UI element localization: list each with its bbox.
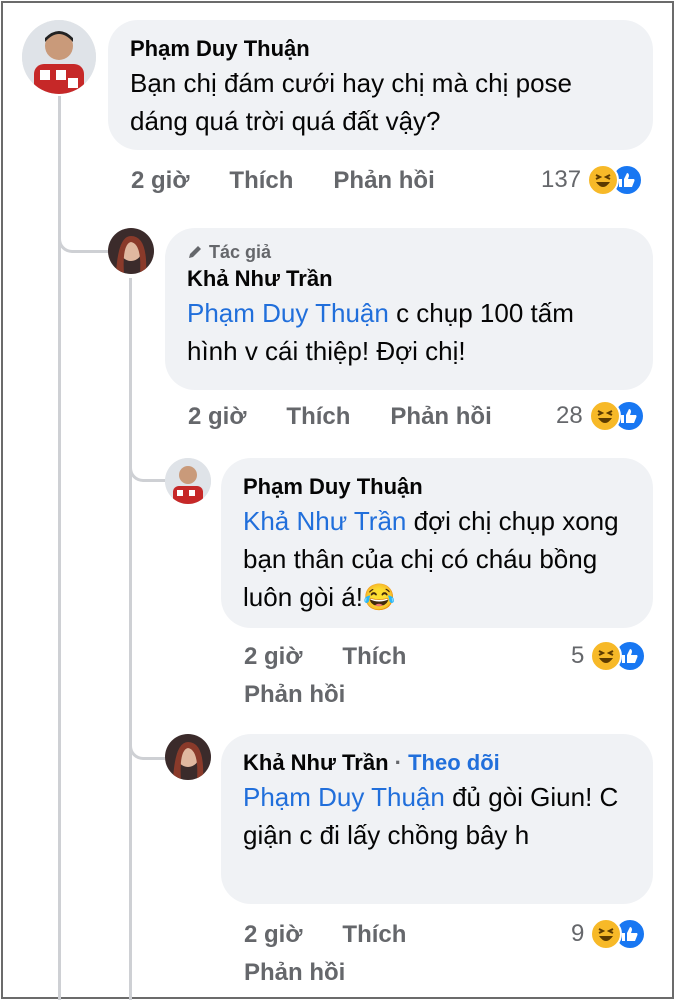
reply-button[interactable]: Phản hồi bbox=[390, 402, 491, 432]
comment-header: Khả Như Trần · Theo dõi bbox=[243, 748, 631, 778]
haha-icon bbox=[590, 918, 623, 950]
haha-icon bbox=[590, 640, 623, 672]
mention-link[interactable]: Phạm Duy Thuận bbox=[243, 782, 445, 812]
user-avatar-icon bbox=[22, 20, 96, 94]
like-button[interactable]: Thích bbox=[342, 642, 406, 672]
reply-button[interactable]: Phản hồi bbox=[244, 680, 345, 710]
reaction-summary[interactable]: 28 bbox=[556, 400, 645, 432]
like-button[interactable]: Thích bbox=[229, 166, 293, 196]
comment-actions: 2 giờ Thích Phản hồi bbox=[131, 166, 475, 196]
comment-text: Khả Như Trần đợi chị chụp xong bạn thân … bbox=[243, 502, 631, 616]
like-button[interactable]: Thích bbox=[286, 402, 350, 432]
comment-author[interactable]: Khả Như Trần bbox=[243, 750, 389, 775]
thread-connector-reply-1 bbox=[58, 198, 110, 253]
comment-actions: 2 giờ Thích bbox=[244, 642, 446, 672]
thread-connector-reply-2 bbox=[129, 430, 167, 482]
thread-line-reply bbox=[129, 278, 132, 1000]
reply-button[interactable]: Phản hồi bbox=[244, 958, 345, 988]
user-avatar-icon bbox=[165, 458, 211, 504]
reaction-summary[interactable]: 137 bbox=[541, 164, 644, 196]
follow-button[interactable]: Theo dõi bbox=[408, 750, 500, 775]
avatar[interactable] bbox=[165, 458, 211, 504]
reaction-count: 28 bbox=[556, 402, 583, 429]
reaction-count: 137 bbox=[541, 166, 582, 193]
comment-bubble: Phạm Duy Thuận Khả Như Trần đợi chị chụp… bbox=[221, 458, 653, 628]
reply-button[interactable]: Phản hồi bbox=[333, 166, 434, 196]
avatar[interactable] bbox=[22, 20, 96, 94]
pencil-icon bbox=[189, 246, 201, 258]
reaction-summary[interactable]: 5 bbox=[571, 640, 647, 672]
user-avatar-icon bbox=[165, 734, 211, 780]
comment-author[interactable]: Phạm Duy Thuận bbox=[130, 34, 631, 64]
comment-text: Phạm Duy Thuận c chụp 100 tấm hình v cái… bbox=[187, 294, 631, 370]
avatar[interactable] bbox=[165, 734, 211, 780]
reaction-count: 9 bbox=[571, 920, 585, 947]
comment-actions: 2 giờ Thích bbox=[244, 920, 446, 950]
comment-time[interactable]: 2 giờ bbox=[244, 642, 302, 672]
comment-time[interactable]: 2 giờ bbox=[244, 920, 302, 950]
badge-label: Tác giả bbox=[209, 242, 272, 262]
haha-icon bbox=[588, 400, 621, 432]
comment-bubble: Phạm Duy Thuận Bạn chị đám cưới hay chị … bbox=[108, 20, 653, 150]
like-button[interactable]: Thích bbox=[342, 920, 406, 950]
haha-icon bbox=[587, 164, 620, 196]
comment-bubble: Tác giả Khả Như Trần Phạm Duy Thuận c ch… bbox=[165, 228, 653, 390]
reaction-summary[interactable]: 9 bbox=[571, 918, 647, 950]
comment-time[interactable]: 2 giờ bbox=[131, 166, 189, 196]
comment-text: Phạm Duy Thuận đủ gòi Giun! C giận c đi … bbox=[243, 778, 631, 854]
comment-actions: 2 giờ Thích Phản hồi bbox=[188, 402, 532, 432]
comment-time[interactable]: 2 giờ bbox=[188, 402, 246, 432]
reaction-count: 5 bbox=[571, 642, 585, 669]
separator-dot: · bbox=[394, 750, 402, 775]
comment-author[interactable]: Phạm Duy Thuận bbox=[243, 472, 631, 502]
thread-connector-reply-3 bbox=[129, 710, 167, 760]
author-badge: Tác giả bbox=[187, 240, 631, 264]
comment-bubble: Khả Như Trần · Theo dõi Phạm Duy Thuận đ… bbox=[221, 734, 653, 904]
comment-author[interactable]: Khả Như Trần bbox=[187, 264, 631, 294]
avatar[interactable] bbox=[108, 228, 154, 274]
user-avatar-icon bbox=[108, 228, 154, 274]
mention-link[interactable]: Phạm Duy Thuận bbox=[187, 298, 389, 328]
comment-text: Bạn chị đám cưới hay chị mà chị pose dán… bbox=[130, 68, 572, 136]
mention-link[interactable]: Khả Như Trần bbox=[243, 506, 406, 536]
